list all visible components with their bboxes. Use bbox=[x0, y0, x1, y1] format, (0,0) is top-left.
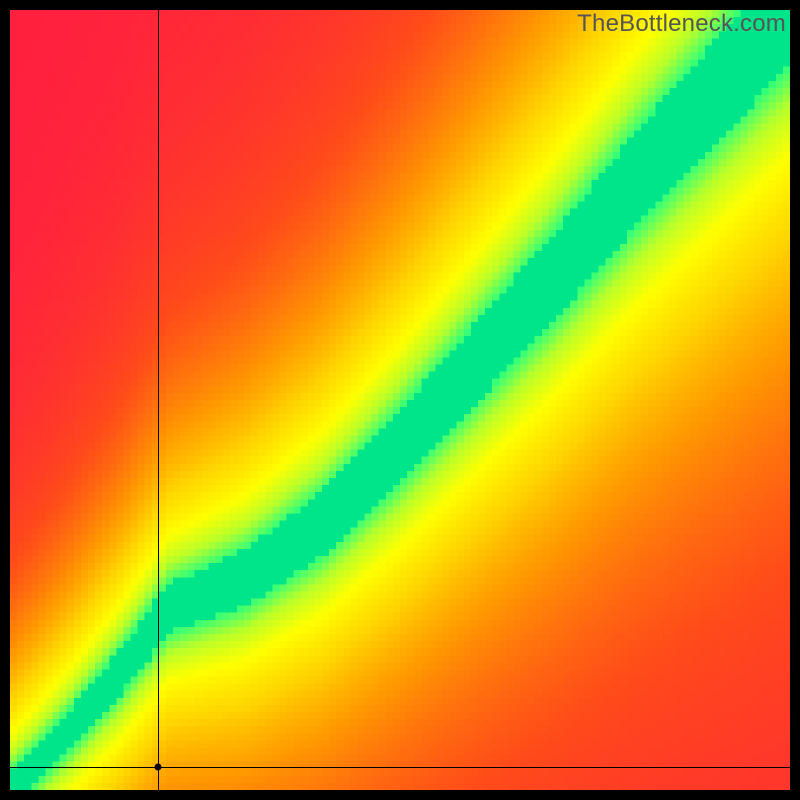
crosshair-horizontal bbox=[10, 767, 790, 768]
selection-marker bbox=[155, 763, 162, 770]
crosshair-vertical bbox=[158, 10, 159, 790]
chart-stage: TheBottleneck.com bbox=[0, 0, 800, 800]
plot-area bbox=[10, 10, 790, 790]
heatmap-canvas bbox=[10, 10, 790, 790]
watermark-text: TheBottleneck.com bbox=[577, 10, 786, 38]
